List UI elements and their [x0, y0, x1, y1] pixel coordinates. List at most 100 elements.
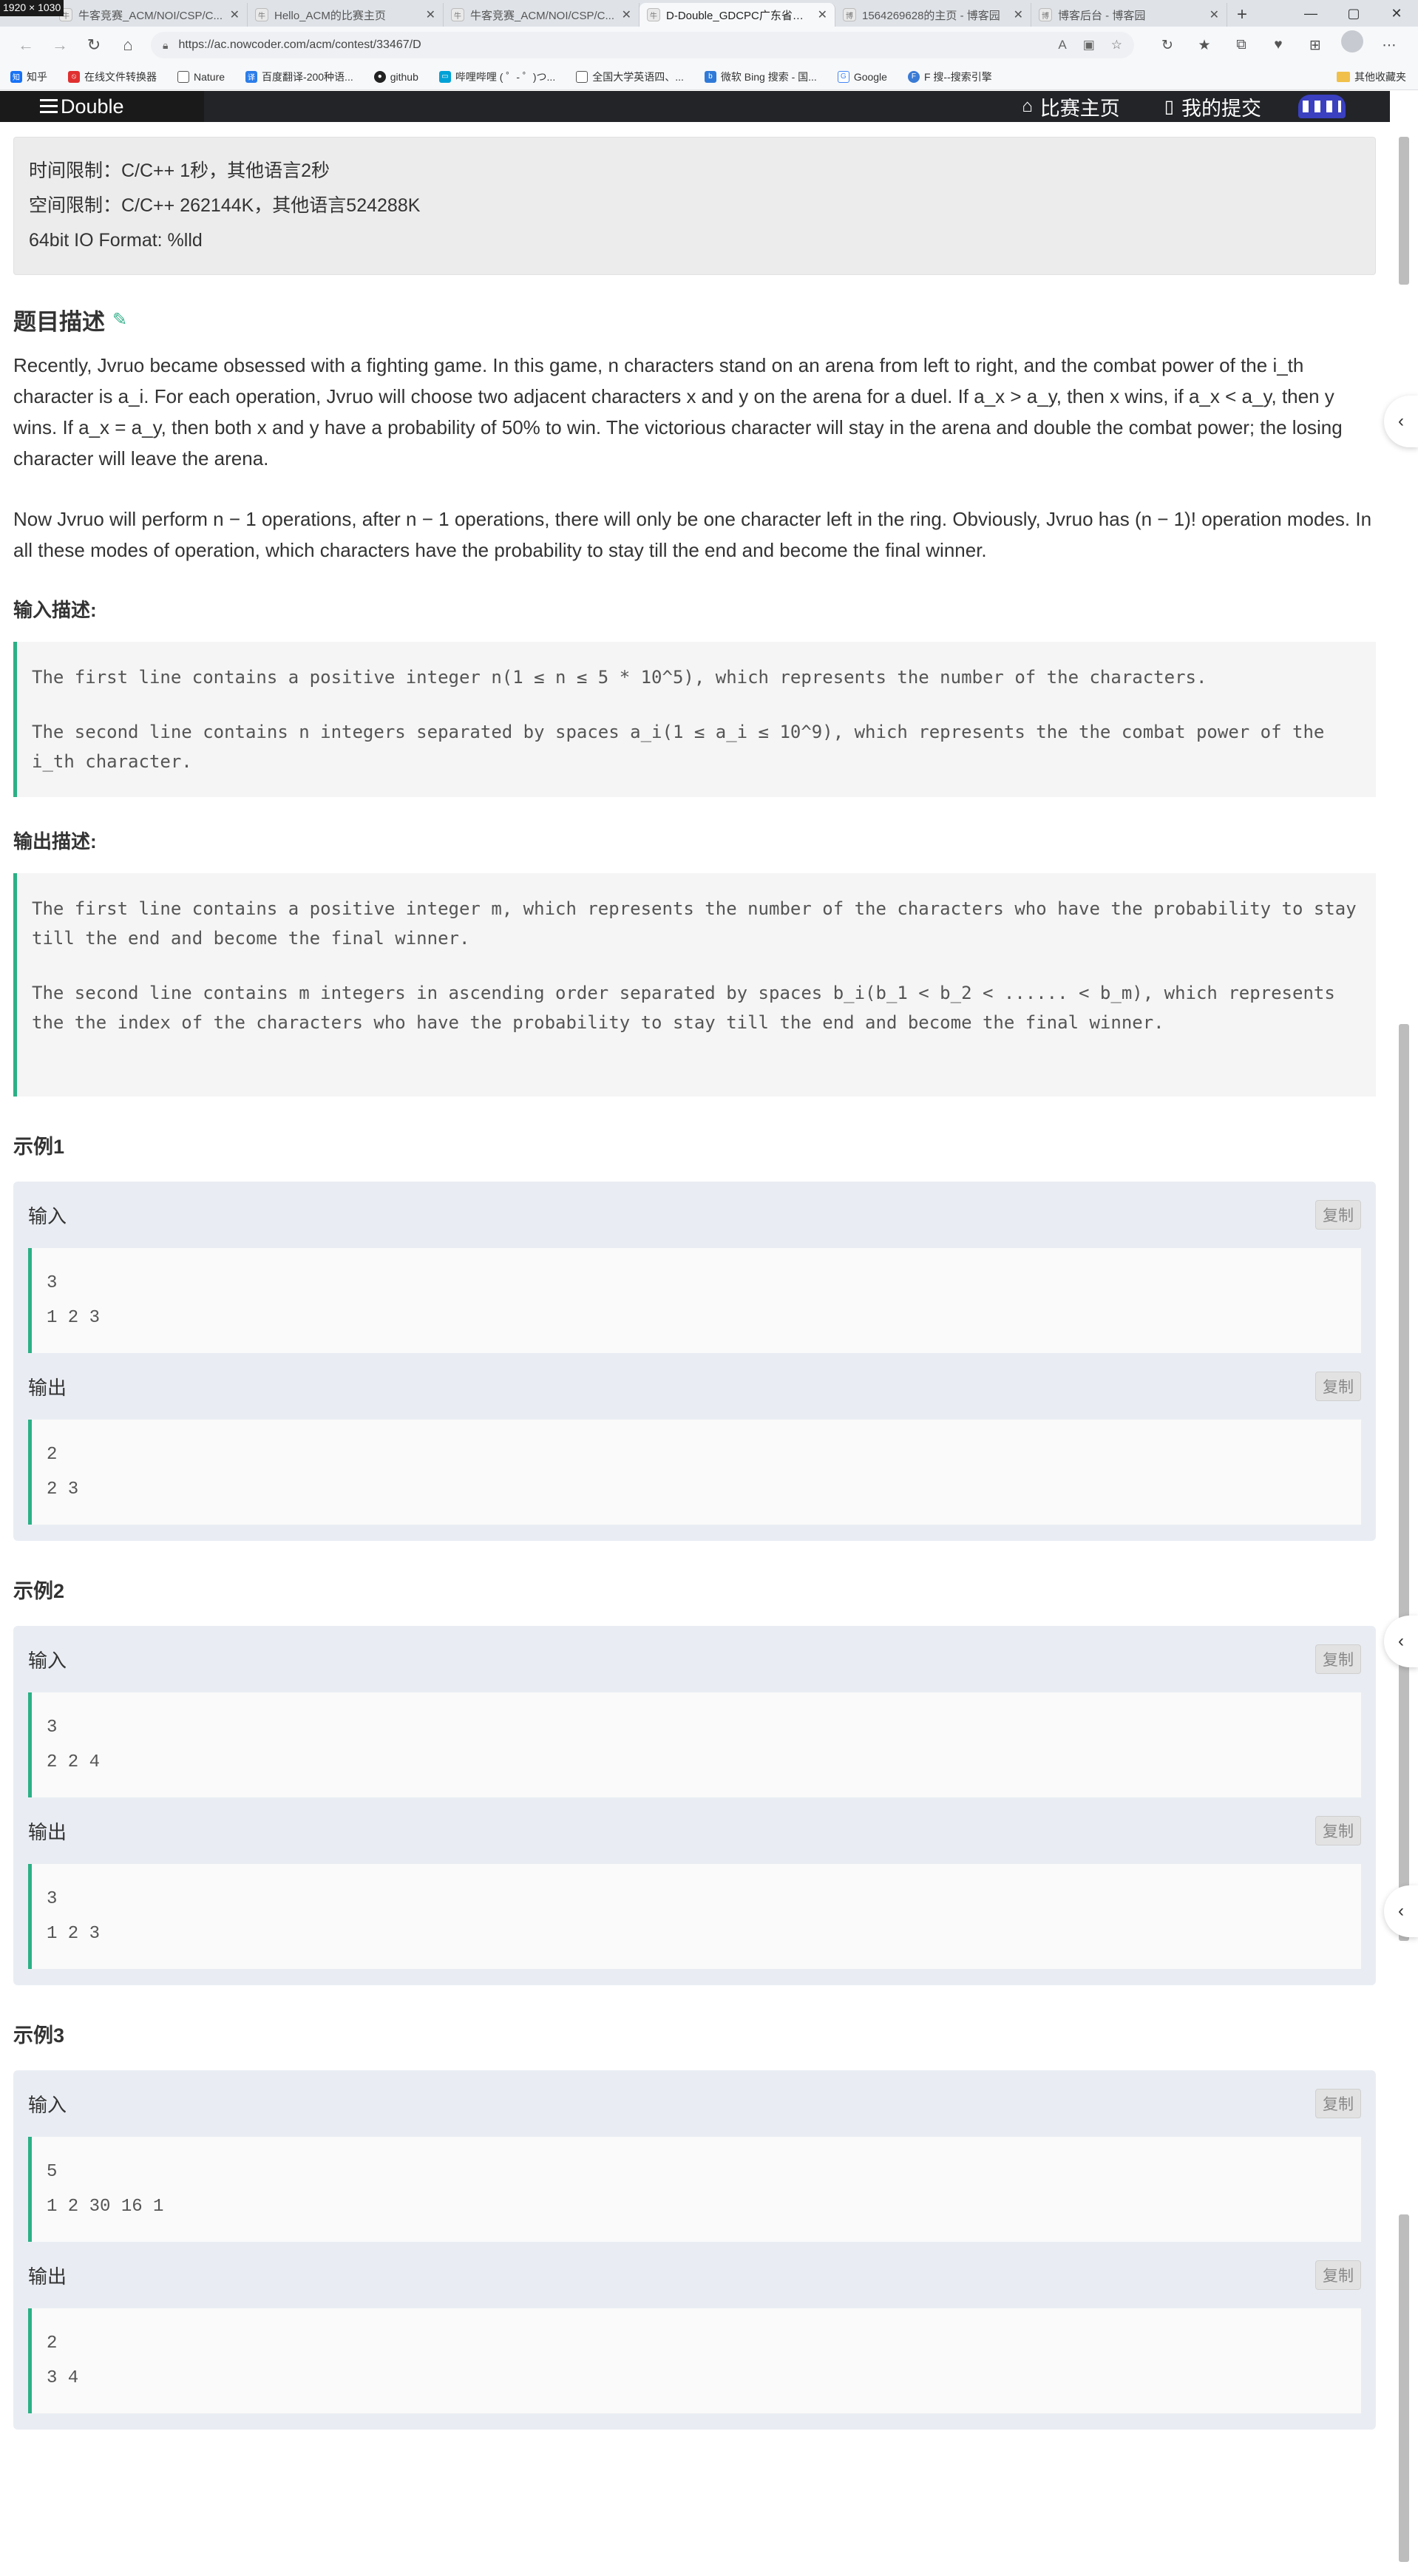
output-description: The first line contains a positive integ… — [13, 873, 1376, 1097]
close-icon[interactable]: ✕ — [622, 7, 631, 22]
scrollbar-thumb[interactable] — [1399, 2214, 1409, 2562]
bookmark-item[interactable]: G Google — [837, 70, 887, 83]
side-panel-toggle[interactable]: ‹ — [1384, 396, 1418, 447]
other-bookmarks-folder[interactable]: 其他收藏夹 — [1337, 70, 1406, 84]
bookmark-item[interactable]: FF 搜--搜索引擎 — [907, 70, 992, 84]
page-icon — [177, 70, 189, 83]
header-nav: ⌂ 比赛主页 ▯ 我的提交 — [977, 91, 1346, 122]
nav-my-submissions[interactable]: ▯ 我的提交 — [1164, 92, 1261, 121]
zhihu-icon: 知 — [10, 70, 22, 83]
close-icon[interactable]: ✕ — [818, 7, 827, 22]
browser-tab[interactable]: 牛 Hello_ACM的比赛主页 ✕ — [248, 3, 444, 27]
time-limit: 时间限制：C/C++ 1秒，其他语言2秒 — [29, 160, 330, 181]
code-line: 2 — [47, 2333, 58, 2353]
browser-tab[interactable]: 博 博客后台 - 博客园 ✕ — [1031, 3, 1227, 27]
example-output: 2 2 3 — [28, 1420, 1361, 1525]
input-label: 输入 — [28, 2093, 67, 2116]
code-line: 3 — [47, 1273, 58, 1293]
brand[interactable]: Double — [0, 91, 204, 122]
window-controls: — ▢ ✕ — [1289, 0, 1418, 27]
example-output: 3 1 2 3 — [28, 1864, 1361, 1969]
bookmark-item[interactable]: b 微软 Bing 搜索 - 国... — [704, 70, 817, 84]
favorites-icon[interactable]: ★ — [1186, 30, 1223, 60]
scrollbar[interactable] — [1390, 122, 1418, 2576]
brand-title: Double — [61, 95, 124, 118]
description-paragraph-1: Recently, Jvruo became obsessed with a f… — [13, 354, 1343, 470]
add-favorite-icon[interactable]: ☆ — [1111, 38, 1122, 52]
tab-label: 1564269628的主页 - 博客园 — [862, 9, 1000, 22]
code-line: 3 4 — [47, 2368, 79, 2388]
bilibili-icon: ▭ — [438, 70, 451, 83]
close-icon[interactable]: ✕ — [426, 7, 435, 22]
bookmark-item[interactable]: ▭ 哔哩哔哩 ( ゜- ゜)つ... — [438, 70, 555, 84]
output-line-2: The second line contains m integers in a… — [32, 983, 1335, 1033]
url-text: https://ac.nowcoder.com/acm/contest/3346… — [178, 38, 421, 51]
read-aloud-icon[interactable]: A — [1058, 38, 1066, 52]
back-icon[interactable]: ← — [9, 30, 43, 60]
bookmark-item[interactable]: 知知乎 — [10, 70, 47, 84]
tab-strip: 牛 牛客竞赛_ACM/NOI/CSP/C... ✕ 牛 Hello_ACM的比赛… — [0, 0, 1418, 27]
output-label: 输出 — [28, 1820, 67, 1843]
space-limit: 空间限制：C/C++ 262144K，其他语言524288K — [29, 195, 421, 216]
toolbar-icons: ↻ ★ ⧉ ♥ ⊞ ⋯ — [1149, 30, 1408, 60]
close-icon[interactable]: ✕ — [1210, 7, 1219, 22]
scrollbar-thumb[interactable] — [1399, 1024, 1409, 1941]
collections-icon[interactable]: ⧉ — [1223, 30, 1260, 60]
maximize-icon[interactable]: ▢ — [1332, 0, 1375, 27]
side-panel-toggle[interactable]: ‹ — [1384, 1616, 1418, 1667]
resolution-badge: 1920 × 1030 — [0, 0, 64, 16]
reader-icon[interactable]: ▣ — [1083, 38, 1095, 52]
more-icon[interactable]: ⋯ — [1371, 30, 1408, 60]
document-icon: ▯ — [1164, 96, 1174, 117]
close-icon[interactable]: ✕ — [230, 7, 240, 22]
copy-button[interactable]: 复制 — [1315, 1200, 1361, 1230]
copy-button[interactable]: 复制 — [1315, 1644, 1361, 1674]
github-icon: ● — [373, 70, 386, 83]
description-title: 题目描述 ✎ — [13, 309, 128, 335]
copy-button[interactable]: 复制 — [1315, 2089, 1361, 2118]
example-input-head: 输入 复制 — [28, 1182, 1361, 1248]
user-avatar[interactable] — [1298, 95, 1346, 118]
copy-button[interactable]: 复制 — [1315, 1372, 1361, 1401]
example-output-head: 输出 复制 — [28, 1353, 1361, 1420]
code-line: 2 2 4 — [47, 1752, 101, 1772]
scrollbar-thumb[interactable] — [1399, 137, 1409, 285]
code-line: 3 — [47, 1889, 58, 1909]
example-input-head: 输入 复制 — [28, 1626, 1361, 1692]
browser-tab[interactable]: 博 1564269628的主页 - 博客园 ✕ — [835, 3, 1031, 27]
browser-tab[interactable]: 牛 牛客竞赛_ACM/NOI/CSP/C... ✕ — [52, 3, 248, 27]
home-browser-icon[interactable]: ⌂ — [111, 30, 145, 60]
code-line: 1 2 3 — [47, 1308, 101, 1328]
tab-label: 牛客竞赛_ACM/NOI/CSP/C... — [78, 9, 223, 22]
browser-tab-active[interactable]: 牛 D-Double_GDCPC广东省大... ✕ — [640, 3, 835, 27]
refresh-extension-icon[interactable]: ↻ — [1149, 30, 1186, 60]
side-panel-toggle[interactable]: ‹ — [1384, 1885, 1418, 1937]
copy-button[interactable]: 复制 — [1315, 2260, 1361, 2290]
bookmark-item[interactable]: ● github — [373, 70, 418, 83]
tab-favicon-icon: 牛 — [451, 8, 464, 21]
extensions-icon[interactable]: ⊞ — [1297, 30, 1334, 60]
bookmark-item[interactable]: 全国大学英语四、... — [576, 70, 684, 84]
bookmark-item[interactable]: Nature — [177, 70, 225, 83]
input-line-1: The first line contains a positive integ… — [32, 667, 1207, 688]
profile-avatar[interactable] — [1341, 30, 1363, 52]
code-line: 1 2 3 — [47, 1924, 101, 1944]
new-tab-button[interactable]: + — [1227, 3, 1257, 27]
tab-favicon-icon: 牛 — [647, 8, 660, 21]
browser-essentials-icon[interactable]: ♥ — [1260, 30, 1297, 60]
nav-contest-home[interactable]: ⌂ 比赛主页 — [1022, 92, 1120, 121]
lock-icon[interactable]: 🔒︎ — [163, 39, 168, 52]
description-paragraph-2: Now Jvruo will perform n − 1 operations,… — [13, 508, 1372, 561]
close-window-icon[interactable]: ✕ — [1375, 0, 1418, 27]
bookmark-item[interactable]: ⦸ 在线文件转换器 — [68, 70, 157, 84]
forward-icon[interactable]: → — [43, 30, 77, 60]
refresh-icon[interactable]: ↻ — [77, 30, 111, 60]
copy-button[interactable]: 复制 — [1315, 1816, 1361, 1845]
nav-label: 比赛主页 — [1039, 97, 1120, 120]
address-bar: ← → ↻ ⌂ 🔒︎ https://ac.nowcoder.com/acm/c… — [0, 27, 1418, 64]
browser-tab[interactable]: 牛 牛客竞赛_ACM/NOI/CSP/C... ✕ — [444, 3, 640, 27]
bookmark-item[interactable]: 译百度翻译-200种语... — [245, 70, 353, 84]
close-icon[interactable]: ✕ — [1014, 7, 1023, 22]
url-field[interactable]: 🔒︎ https://ac.nowcoder.com/acm/contest/3… — [151, 32, 1134, 58]
minimize-icon[interactable]: — — [1289, 0, 1332, 27]
